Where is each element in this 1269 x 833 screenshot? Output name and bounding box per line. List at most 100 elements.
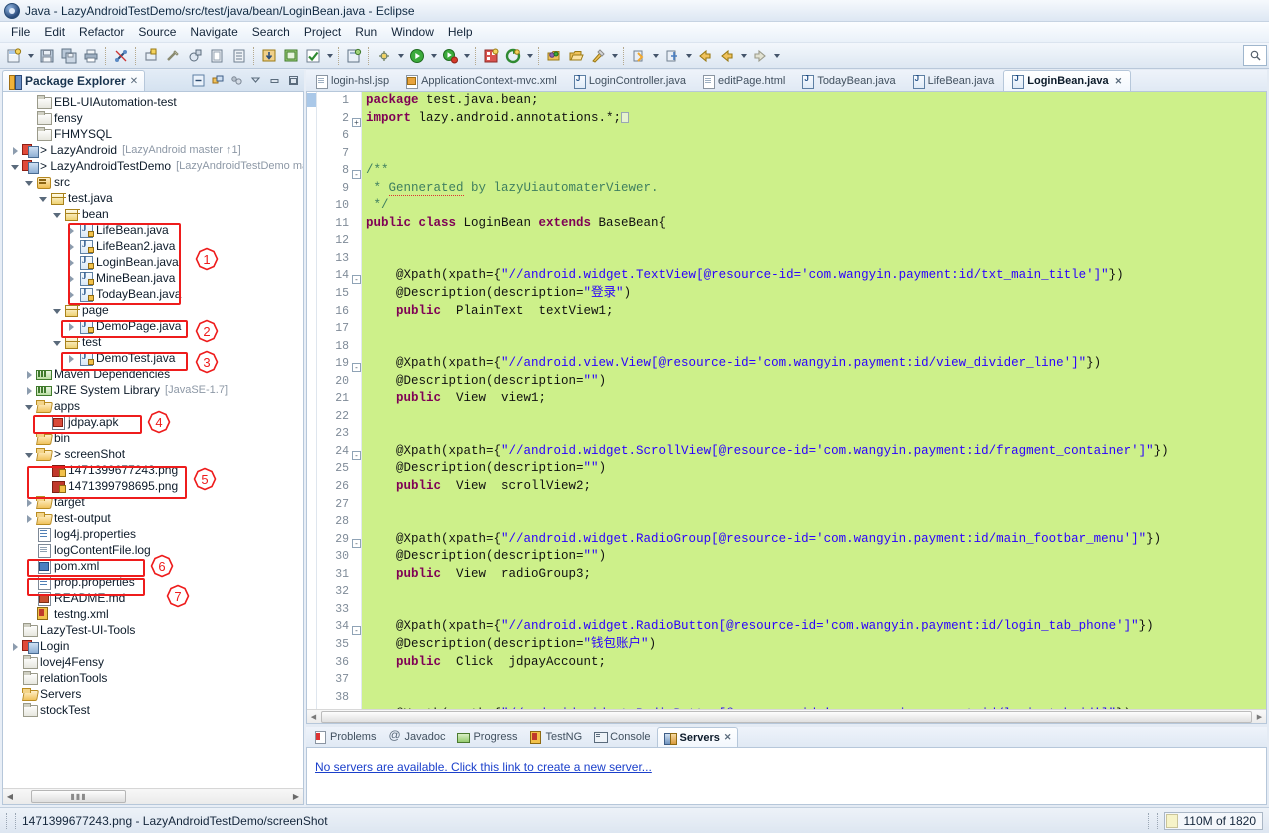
close-icon[interactable]: ✕ — [130, 76, 138, 87]
tree-item[interactable]: MineBean.java — [3, 270, 303, 286]
editor-tab-lifebean-java[interactable]: LifeBean.java — [905, 70, 1004, 91]
code-line[interactable]: @Xpath(xpath={"//android.view.View[@reso… — [366, 355, 1266, 373]
fold-toggle-icon[interactable]: - — [351, 443, 361, 461]
scroll-thumb[interactable]: ▮▮▮ — [31, 790, 126, 803]
code-line[interactable]: import lazy.android.annotations.*; — [366, 110, 1266, 128]
code-line[interactable] — [366, 232, 1266, 250]
maximize-icon[interactable] — [285, 72, 302, 89]
tree-item[interactable]: logContentFile.log — [3, 542, 303, 558]
chevron-down-icon[interactable] — [650, 46, 661, 66]
menu-search[interactable]: Search — [245, 23, 297, 41]
code-line[interactable] — [366, 513, 1266, 531]
twisty-collapsed-icon[interactable] — [25, 386, 34, 395]
editor-scroll-left-icon[interactable]: ◀ — [307, 710, 320, 723]
bottom-tab-problems[interactable]: Problems — [308, 727, 382, 747]
twisty-collapsed-icon[interactable] — [25, 514, 34, 523]
tree-item[interactable]: > screenShot — [3, 446, 303, 462]
tree-item[interactable]: Maven Dependencies — [3, 366, 303, 382]
code-line[interactable]: @Xpath(xpath={"//android.widget.ScrollVi… — [366, 443, 1266, 461]
editor-tab-logincontroller-java[interactable]: LoginController.java — [566, 70, 695, 91]
code-line[interactable] — [366, 671, 1266, 689]
minimize-icon[interactable] — [247, 72, 264, 89]
twisty-collapsed-icon[interactable] — [67, 354, 76, 363]
java-editor[interactable]: 1 2 6 7 8 9 10 11 12 13 14 15 16 17 18 19 20 21 22 23 24 25 26… — [306, 92, 1267, 724]
tree-item[interactable]: bin — [3, 430, 303, 446]
code-line[interactable]: * Gennerated by lazyUiautomaterViewer. — [366, 180, 1266, 198]
restore-icon[interactable] — [266, 72, 283, 89]
fold-toggle-icon[interactable]: - — [351, 162, 361, 180]
editor-tab-editpage-html[interactable]: editPage.html — [695, 70, 794, 91]
scroll-left-icon[interactable]: ◀ — [3, 790, 17, 804]
new-annotation-icon[interactable] — [207, 46, 227, 66]
create-server-link[interactable]: No servers are available. Click this lin… — [315, 760, 652, 774]
editor-tab-loginbean-java[interactable]: LoginBean.java ✕ — [1003, 70, 1132, 91]
code-line[interactable]: public Click jdpayAccount; — [366, 654, 1266, 672]
fold-toggle-icon[interactable]: - — [351, 355, 361, 373]
twisty-collapsed-icon[interactable] — [67, 242, 76, 251]
code-line[interactable] — [366, 250, 1266, 268]
tree-item[interactable]: DemoTest.java — [3, 350, 303, 366]
next-annotation-icon[interactable] — [629, 46, 649, 66]
twisty-collapsed-icon[interactable] — [67, 258, 76, 267]
menu-edit[interactable]: Edit — [37, 23, 72, 41]
link-with-editor-icon[interactable] — [209, 72, 226, 89]
back2-icon[interactable] — [717, 46, 737, 66]
twisty-expanded-icon[interactable] — [11, 162, 20, 171]
tree-item[interactable]: > LazyAndroid [LazyAndroid master ↑1] — [3, 142, 303, 158]
twisty-collapsed-icon[interactable] — [11, 642, 20, 651]
tree-item[interactable]: testng.xml — [3, 606, 303, 622]
tree-item[interactable]: test — [3, 334, 303, 350]
new-enum-icon[interactable] — [229, 46, 249, 66]
code-line[interactable] — [366, 583, 1266, 601]
scroll-track[interactable]: ▮▮▮ — [17, 790, 289, 803]
print-icon[interactable] — [81, 46, 101, 66]
tree-item[interactable]: Servers — [3, 686, 303, 702]
editor-horizontal-scrollbar[interactable]: ◀ ▶ — [307, 709, 1266, 723]
twisty-expanded-icon[interactable] — [25, 402, 34, 411]
code-line[interactable] — [366, 145, 1266, 163]
chevron-down-icon[interactable] — [524, 46, 535, 66]
menu-window[interactable]: Window — [384, 23, 441, 41]
fold-toggle-icon[interactable]: - — [351, 531, 361, 549]
tree-item[interactable]: LifeBean2.java — [3, 238, 303, 254]
twisty-collapsed-icon[interactable] — [25, 370, 34, 379]
android-sdk-icon[interactable] — [503, 46, 523, 66]
bottom-tab-javadoc[interactable]: Javadoc — [382, 727, 451, 747]
editor-tab-applicationcontext-mvc-xml[interactable]: ApplicationContext-mvc.xml — [398, 70, 566, 91]
twisty-expanded-icon[interactable] — [25, 450, 34, 459]
code-line[interactable]: public View scrollView2; — [366, 478, 1266, 496]
external-tools-icon[interactable] — [344, 46, 364, 66]
package-explorer-tree[interactable]: EBL-UIAutomation-test fensy FHMYSQL > LazyA… — [3, 92, 303, 788]
twisty-collapsed-icon[interactable] — [67, 274, 76, 283]
code-line[interactable]: public View view1; — [366, 390, 1266, 408]
menu-source[interactable]: Source — [131, 23, 183, 41]
menu-file[interactable]: File — [4, 23, 37, 41]
tree-item[interactable]: bean — [3, 206, 303, 222]
tree-item[interactable]: lovej4Fensy — [3, 654, 303, 670]
code-line[interactable] — [366, 408, 1266, 426]
twisty-collapsed-icon[interactable] — [67, 290, 76, 299]
code-line[interactable]: @Xpath(xpath={"//android.widget.RadioGro… — [366, 531, 1266, 549]
fold-toggle-icon[interactable]: + — [351, 110, 361, 128]
tree-item[interactable]: TodayBean.java — [3, 286, 303, 302]
coverage-icon[interactable] — [440, 46, 460, 66]
bottom-tab-servers[interactable]: Servers ✕ — [656, 727, 739, 747]
new-java-package-icon[interactable] — [141, 46, 161, 66]
tree-item[interactable]: fensy — [3, 110, 303, 126]
tab-package-explorer[interactable]: Package Explorer ✕ — [2, 70, 146, 91]
tree-item[interactable]: relationTools — [3, 670, 303, 686]
tree-item[interactable]: DemoPage.java — [3, 318, 303, 334]
tree-item[interactable]: test-output — [3, 510, 303, 526]
scroll-right-icon[interactable]: ▶ — [289, 790, 303, 804]
tree-item[interactable]: FHMYSQL — [3, 126, 303, 142]
code-line[interactable]: */ — [366, 197, 1266, 215]
new-android-project-icon[interactable] — [481, 46, 501, 66]
code-line[interactable] — [366, 496, 1266, 514]
tree-item[interactable]: log4j.properties — [3, 526, 303, 542]
menu-project[interactable]: Project — [297, 23, 348, 41]
import-icon[interactable] — [259, 46, 279, 66]
tree-item[interactable]: README.md — [3, 590, 303, 606]
bottom-tab-progress[interactable]: Progress — [451, 727, 523, 747]
chevron-down-icon[interactable] — [771, 46, 782, 66]
close-icon[interactable]: ✕ — [724, 732, 732, 743]
